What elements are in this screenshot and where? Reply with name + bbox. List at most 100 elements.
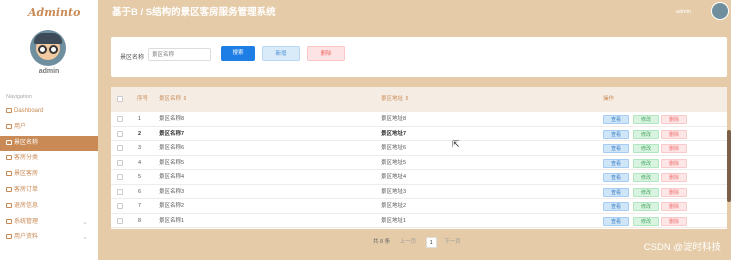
search-button[interactable]: 搜索 (221, 46, 255, 61)
edit-button[interactable]: 修改 (633, 144, 659, 153)
sidebar-item-6[interactable]: 退房信息 (0, 199, 98, 215)
sidebar-item-4[interactable]: 景区客房 (0, 167, 98, 183)
view-button[interactable]: 查看 (603, 115, 629, 124)
search-input[interactable] (148, 48, 211, 61)
chevron-down-icon: ⌄ (82, 234, 88, 242)
select-all-checkbox[interactable] (117, 96, 123, 102)
view-button[interactable]: 查看 (603, 187, 629, 197)
home-icon (6, 107, 12, 113)
search-label: 景区名称 (120, 55, 145, 61)
sidebar-item-1[interactable]: 用户 (0, 120, 98, 136)
sidebar-item-label: 用户资料 (14, 234, 39, 241)
edit-button[interactable]: 修改 (633, 216, 659, 226)
row-delete-button[interactable]: 删除 (661, 129, 687, 139)
row-checkbox[interactable] (117, 174, 123, 180)
cell-address: 景区地址4 (381, 174, 407, 180)
row-delete-button[interactable]: 删除 (661, 187, 687, 197)
sidebar-item-8[interactable]: 用户资料 ⌄ (0, 230, 98, 246)
edit-button[interactable]: 修改 (633, 115, 659, 124)
sidebar-item-3[interactable]: 客房分类 (0, 151, 98, 167)
edit-button[interactable]: 修改 (633, 173, 659, 182)
category-icon (6, 155, 12, 161)
view-button[interactable]: 查看 (603, 144, 629, 153)
list-icon (6, 139, 12, 145)
cell-name: 景区名称6 (159, 145, 185, 151)
nav-section-title: Navigation (6, 94, 32, 100)
view-button[interactable]: 查看 (603, 129, 629, 139)
sidebar-item-label: 用户 (14, 123, 27, 130)
row-checkbox[interactable] (117, 203, 123, 209)
prev-page-button[interactable]: 上一页 (400, 236, 417, 248)
watermark: CSDN @淀时科技 (643, 242, 721, 253)
row-checkbox[interactable] (117, 217, 123, 224)
scrollbar[interactable] (727, 130, 731, 202)
row-checkbox[interactable] (117, 145, 123, 151)
checkout-icon (6, 202, 12, 208)
topbar-username[interactable]: admin (676, 0, 691, 24)
row-delete-button[interactable]: 删除 (661, 216, 687, 226)
row-delete-button[interactable]: 删除 (661, 202, 687, 211)
view-button[interactable]: 查看 (603, 202, 629, 211)
view-button[interactable]: 查看 (603, 158, 629, 168)
cell-index: 1 (138, 116, 142, 122)
sidebar-item-label: 退房信息 (14, 202, 39, 209)
sidebar-item-0[interactable]: Dashboard (0, 104, 98, 120)
avatar-hat (34, 33, 62, 44)
column-header-address[interactable]: 景区地址 ⇕ (381, 87, 409, 112)
search-panel: 景区名称 搜索 新增 删除 (111, 37, 727, 77)
cell-address: 景区地址6 (381, 145, 407, 151)
page-number-button[interactable]: 1 (425, 236, 437, 248)
sidebar: Adminto admin Navigation Dashboard 用户景区名称… (0, 0, 98, 260)
row-delete-button[interactable]: 删除 (661, 115, 687, 124)
sidebar-username: admin (38, 68, 60, 75)
table-row[interactable]: 4 景区名称5 景区地址5 查看 修改 删除 (111, 156, 727, 170)
table-row[interactable]: 8 景区名称1 景区地址1 查看 修改 删除 (111, 214, 727, 228)
sidebar-item-5[interactable]: 客房订单 (0, 183, 98, 199)
table-row[interactable]: 6 景区名称3 景区地址3 查看 修改 删除 (111, 185, 727, 199)
sidebar-item-label: 系统管理 (14, 218, 39, 225)
sidebar-item-label: 客房分类 (14, 155, 39, 162)
cell-index: 4 (138, 159, 142, 166)
cell-index: 6 (138, 188, 142, 195)
table-row[interactable]: 5 景区名称4 景区地址4 查看 修改 删除 (111, 170, 727, 185)
row-delete-button[interactable]: 删除 (661, 173, 687, 182)
column-header-name[interactable]: 景区名称 ⇕ (159, 87, 187, 112)
avatar[interactable] (30, 30, 66, 66)
cell-name: 景区名称4 (159, 174, 185, 180)
topbar-avatar[interactable] (711, 2, 729, 20)
table-row[interactable]: 2 景区名称7 景区地址7 查看 修改 删除 (111, 127, 727, 141)
sort-icon: ⇕ (182, 96, 188, 102)
cell-name: 景区名称8 (159, 116, 185, 122)
cell-address: 景区地址8 (381, 116, 407, 122)
mouse-cursor-icon: ⇱ (452, 139, 460, 149)
edit-button[interactable]: 修改 (633, 187, 659, 197)
table-row[interactable]: 7 景区名称2 景区地址2 查看 修改 删除 (111, 199, 727, 214)
edit-button[interactable]: 修改 (633, 158, 659, 168)
table-row[interactable]: 1 景区名称8 景区地址8 查看 修改 删除 (111, 112, 727, 127)
cell-name: 景区名称5 (159, 159, 185, 166)
row-checkbox[interactable] (117, 130, 123, 137)
row-checkbox[interactable] (117, 159, 123, 166)
row-checkbox[interactable] (117, 116, 123, 122)
row-delete-button[interactable]: 删除 (661, 144, 687, 153)
cell-name: 景区名称7 (159, 130, 185, 137)
brand-logo[interactable]: Adminto (0, 0, 98, 26)
add-button[interactable]: 新增 (262, 46, 300, 61)
delete-button[interactable]: 删除 (307, 46, 345, 61)
settings-icon (6, 218, 12, 224)
sidebar-item-2[interactable]: 景区名称 (0, 135, 98, 152)
avatar-eye-left (38, 45, 47, 54)
pagination-total: 共 8 条 (373, 239, 391, 245)
view-button[interactable]: 查看 (603, 173, 629, 182)
next-page-button[interactable]: 下一页 (444, 236, 461, 248)
cell-address: 景区地址2 (381, 203, 407, 209)
data-table: 序号 景区名称 ⇕ 景区地址 ⇕ 操作 1 景区名称8 景区地址8 查看 修改 删除 2 景区… (111, 87, 727, 229)
edit-button[interactable]: 修改 (633, 202, 659, 211)
sidebar-item-label: Dashboard (14, 108, 44, 114)
view-button[interactable]: 查看 (603, 216, 629, 226)
row-checkbox[interactable] (117, 188, 123, 195)
row-delete-button[interactable]: 删除 (661, 158, 687, 168)
table-row[interactable]: 3 景区名称6 景区地址6 查看 修改 删除 (111, 141, 727, 156)
edit-button[interactable]: 修改 (633, 129, 659, 139)
sidebar-item-7[interactable]: 系统管理 ⌄ (0, 215, 98, 231)
